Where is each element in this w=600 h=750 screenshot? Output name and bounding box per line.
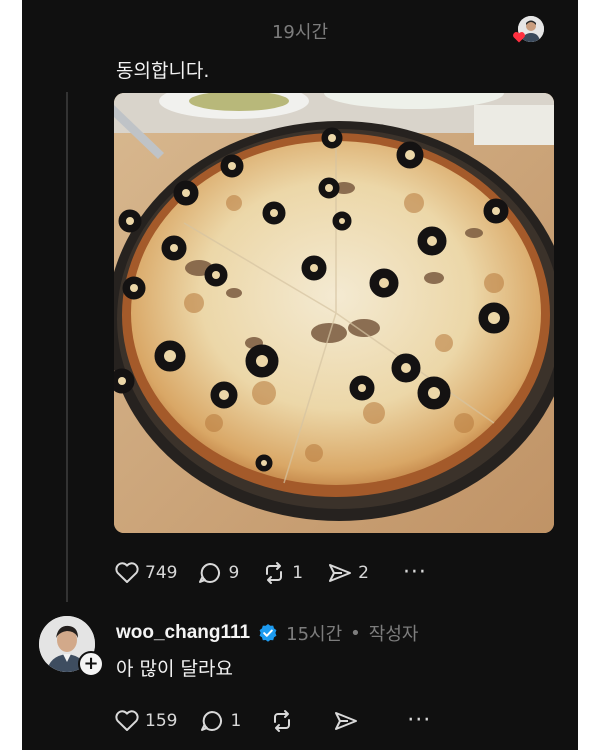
repost-icon bbox=[274, 710, 291, 732]
like-button[interactable]: 749 bbox=[114, 561, 177, 585]
reply-actions: 159 1 ··· bbox=[114, 706, 431, 736]
reply-comment-count: 1 bbox=[230, 711, 242, 731]
heart-outline-icon bbox=[115, 562, 139, 583]
send-icon bbox=[335, 712, 358, 730]
thread-view: 19시간 동의합니다. 749 9 1 2 ··· + woo_chang111… bbox=[22, 0, 578, 750]
reply-username[interactable]: woo_chang111 bbox=[116, 622, 250, 644]
follow-plus-button[interactable]: + bbox=[78, 651, 104, 677]
reply-timestamp: 15시간 bbox=[286, 624, 343, 645]
repost-icon bbox=[266, 562, 283, 584]
comment-count: 9 bbox=[228, 563, 240, 583]
heart-icon bbox=[513, 32, 525, 43]
verified-badge-icon bbox=[259, 624, 277, 642]
reply-share-button[interactable] bbox=[333, 709, 359, 733]
more-options-button[interactable]: ··· bbox=[403, 562, 427, 584]
reply-repost-button[interactable] bbox=[269, 709, 295, 733]
pizza-photo[interactable] bbox=[114, 93, 554, 533]
comment-button[interactable]: 9 bbox=[197, 561, 239, 585]
reply-comment-button[interactable]: 1 bbox=[199, 709, 241, 733]
meta-separator: • bbox=[350, 622, 361, 644]
author-tag: 작성자 bbox=[368, 624, 419, 645]
thread-line bbox=[66, 92, 68, 602]
reply-like-count: 159 bbox=[145, 711, 178, 731]
repost-button[interactable]: 1 bbox=[261, 561, 303, 585]
share-count: 2 bbox=[358, 563, 369, 583]
repost-count: 1 bbox=[292, 563, 304, 583]
post-text: 동의합니다. bbox=[116, 60, 210, 82]
like-count: 749 bbox=[145, 563, 178, 583]
reply-like-button[interactable]: 159 bbox=[114, 709, 177, 733]
comment-icon bbox=[199, 563, 221, 583]
post-actions: 749 9 1 2 ··· bbox=[114, 558, 427, 588]
share-button[interactable]: 2 bbox=[327, 561, 369, 585]
post-timestamp: 19시간 bbox=[271, 22, 329, 43]
send-icon bbox=[329, 564, 352, 582]
heart-outline-icon bbox=[115, 710, 139, 731]
reply-header: woo_chang111 15시간 • 작성자 bbox=[116, 620, 418, 646]
comment-icon bbox=[201, 711, 223, 731]
reply-text: 아 많이 달라요 bbox=[116, 658, 233, 680]
reply-more-options-button[interactable]: ··· bbox=[407, 710, 431, 732]
